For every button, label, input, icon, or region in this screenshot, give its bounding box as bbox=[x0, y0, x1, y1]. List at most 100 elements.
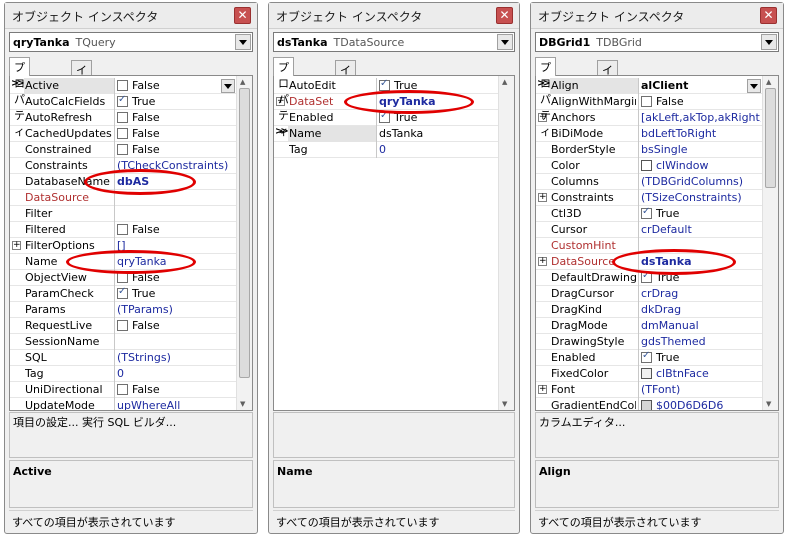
tab-events[interactable]: イベント bbox=[597, 60, 618, 125]
property-row[interactable]: UpdateMode upWhereAll bbox=[10, 398, 236, 410]
component-selector[interactable]: qryTanka TQuery bbox=[9, 32, 253, 52]
property-row[interactable]: Constraints (TCheckConstraints) bbox=[10, 158, 236, 174]
property-value[interactable]: True bbox=[641, 207, 761, 220]
expand-icon[interactable]: + bbox=[538, 257, 547, 266]
property-row[interactable]: DefaultDrawing True bbox=[536, 270, 762, 286]
property-row[interactable]: Columns (TDBGridColumns) bbox=[536, 174, 762, 190]
property-row[interactable]: + FilterOptions [] bbox=[10, 238, 236, 254]
property-row[interactable]: SessionName bbox=[10, 334, 236, 350]
property-row[interactable]: GradientEndColor $00D6D6D6 bbox=[536, 398, 762, 410]
scroll-up-icon[interactable]: ▲ bbox=[240, 78, 245, 86]
checkbox[interactable] bbox=[117, 384, 128, 395]
property-row[interactable]: Color clWindow bbox=[536, 158, 762, 174]
property-editor-links[interactable]: 項目の設定... 実行 SQL ビルダ... bbox=[9, 412, 253, 458]
property-row[interactable]: +DataSetqryTanka bbox=[274, 94, 498, 110]
checkbox[interactable] bbox=[117, 224, 128, 235]
property-row[interactable]: FixedColor clBtnFace bbox=[536, 366, 762, 382]
tab-events[interactable]: イベント bbox=[71, 60, 92, 125]
property-row[interactable]: + Font (TFont) bbox=[536, 382, 762, 398]
property-value[interactable]: gdsThemed bbox=[641, 335, 761, 348]
component-dropdown-button[interactable] bbox=[235, 34, 251, 50]
property-row[interactable]: CustomHint bbox=[536, 238, 762, 254]
property-row[interactable]: DragCursor crDrag bbox=[536, 286, 762, 302]
property-row[interactable]: Params (TParams) bbox=[10, 302, 236, 318]
property-row[interactable]: >>ActiveFalse bbox=[10, 78, 236, 94]
property-value[interactable]: (TDBGridColumns) bbox=[641, 175, 761, 188]
property-row[interactable]: BorderStyle bsSingle bbox=[536, 142, 762, 158]
property-value[interactable]: dsTanka bbox=[379, 127, 497, 140]
property-row[interactable]: Enabled True bbox=[536, 350, 762, 366]
checkbox[interactable] bbox=[641, 351, 652, 363]
property-value[interactable]: crDefault bbox=[641, 223, 761, 236]
property-row[interactable]: Constrained False bbox=[10, 142, 236, 158]
property-row[interactable]: DataSource bbox=[10, 190, 236, 206]
property-value[interactable]: False bbox=[117, 143, 235, 156]
property-row[interactable]: Name qryTanka bbox=[10, 254, 236, 270]
property-row[interactable]: AlignWithMargins False bbox=[536, 94, 762, 110]
property-value[interactable]: True bbox=[117, 287, 235, 300]
scroll-thumb[interactable] bbox=[239, 88, 250, 378]
close-button[interactable]: ✕ bbox=[760, 7, 777, 24]
property-value[interactable]: dkDrag bbox=[641, 303, 761, 316]
property-value[interactable]: True bbox=[641, 271, 761, 284]
title-bar[interactable]: オブジェクト インスペクタ ✕ bbox=[269, 3, 519, 29]
property-row[interactable]: AutoRefresh False bbox=[10, 110, 236, 126]
property-value[interactable]: False bbox=[641, 95, 761, 108]
property-row[interactable]: DatabaseName dbAS bbox=[10, 174, 236, 190]
property-value[interactable]: $00D6D6D6 bbox=[641, 399, 761, 410]
property-row[interactable]: Enabled True bbox=[274, 110, 498, 126]
property-value[interactable]: (TFont) bbox=[641, 383, 761, 396]
property-row[interactable]: + DataSource dsTanka bbox=[536, 254, 762, 270]
close-button[interactable]: ✕ bbox=[234, 7, 251, 24]
property-value[interactable]: 0 bbox=[117, 367, 235, 380]
expand-icon[interactable]: + bbox=[538, 385, 547, 394]
tab-properties[interactable]: プロパティ bbox=[535, 57, 556, 138]
property-value[interactable]: False bbox=[117, 79, 219, 92]
property-row[interactable]: +Anchors[akLeft,akTop,akRight,akBottom] bbox=[536, 110, 762, 126]
property-value[interactable]: True bbox=[641, 351, 761, 364]
property-value[interactable]: False bbox=[117, 111, 235, 124]
property-value[interactable]: crDrag bbox=[641, 287, 761, 300]
checkbox[interactable] bbox=[117, 95, 128, 107]
title-bar[interactable]: オブジェクト インスペクタ ✕ bbox=[5, 3, 257, 29]
property-row[interactable]: DrawingStyle gdsThemed bbox=[536, 334, 762, 350]
checkbox[interactable] bbox=[117, 287, 128, 299]
property-value[interactable]: qryTanka bbox=[379, 95, 497, 108]
property-value[interactable]: bsSingle bbox=[641, 143, 761, 156]
property-value[interactable]: (TSizeConstraints) bbox=[641, 191, 761, 204]
scroll-down-icon[interactable]: ▼ bbox=[240, 400, 245, 408]
property-value[interactable]: dbAS bbox=[117, 175, 235, 188]
property-value[interactable]: clBtnFace bbox=[641, 367, 761, 380]
component-selector[interactable]: dsTanka TDataSource bbox=[273, 32, 515, 52]
vertical-scrollbar[interactable]: ▲ ▼ bbox=[762, 76, 778, 410]
scroll-up-icon[interactable]: ▲ bbox=[502, 78, 507, 86]
checkbox[interactable] bbox=[379, 111, 390, 123]
property-row[interactable]: >>AlignalClient bbox=[536, 78, 762, 94]
scroll-down-icon[interactable]: ▼ bbox=[766, 400, 771, 408]
checkbox[interactable] bbox=[379, 79, 390, 91]
scroll-up-icon[interactable]: ▲ bbox=[766, 78, 771, 86]
vertical-scrollbar[interactable]: ▲ ▼ bbox=[498, 76, 514, 410]
property-row[interactable]: AutoCalcFields True bbox=[10, 94, 236, 110]
property-value[interactable]: False bbox=[117, 319, 235, 332]
property-row[interactable]: ObjectView False bbox=[10, 270, 236, 286]
property-value[interactable]: [] bbox=[117, 239, 235, 252]
property-row[interactable]: Tag 0 bbox=[274, 142, 498, 158]
checkbox[interactable] bbox=[117, 80, 128, 91]
property-value[interactable]: dsTanka bbox=[641, 255, 761, 268]
property-row[interactable]: >>NamedsTanka bbox=[274, 126, 498, 142]
property-row[interactable]: SQL (TStrings) bbox=[10, 350, 236, 366]
property-row[interactable]: RequestLive False bbox=[10, 318, 236, 334]
property-value[interactable]: False bbox=[117, 383, 235, 396]
property-value[interactable]: alClient bbox=[641, 79, 745, 92]
property-value[interactable]: False bbox=[117, 223, 235, 236]
vertical-scrollbar[interactable]: ▲ ▼ bbox=[236, 76, 252, 410]
value-dropdown-button[interactable] bbox=[221, 79, 235, 93]
scroll-thumb[interactable] bbox=[765, 88, 776, 188]
property-editor-links[interactable]: カラムエディタ... bbox=[535, 412, 779, 458]
property-row[interactable]: ParamCheck True bbox=[10, 286, 236, 302]
property-value[interactable]: dmManual bbox=[641, 319, 761, 332]
property-row[interactable]: DragKind dkDrag bbox=[536, 302, 762, 318]
property-row[interactable]: BiDiMode bdLeftToRight bbox=[536, 126, 762, 142]
component-selector[interactable]: DBGrid1 TDBGrid bbox=[535, 32, 779, 52]
